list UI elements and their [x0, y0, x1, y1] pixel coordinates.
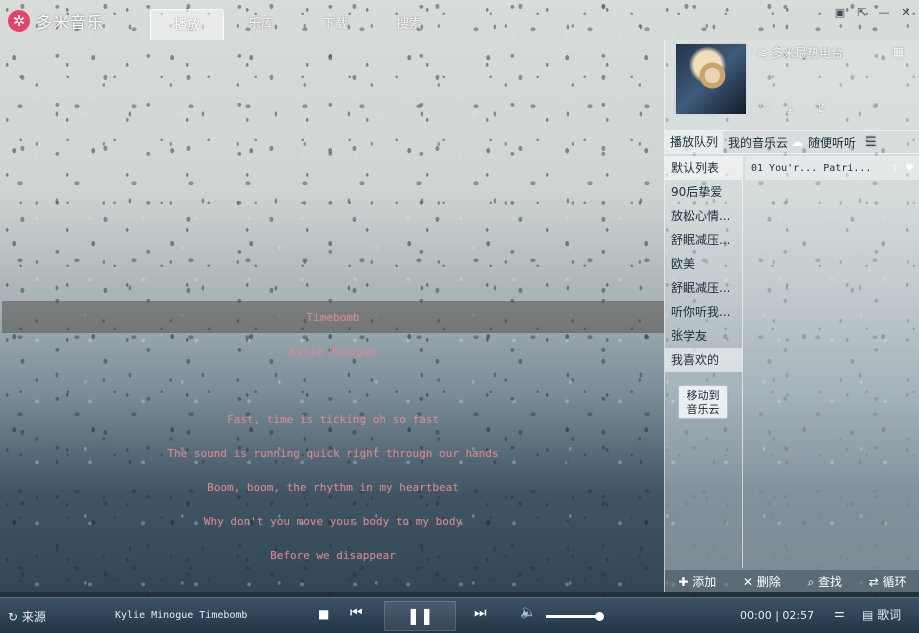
loop-label: 循环 — [882, 574, 907, 589]
playlist-item[interactable]: 听你听我... — [665, 300, 742, 324]
playlist-item[interactable]: 舒眠减压... — [665, 276, 742, 300]
lyrics-button[interactable]: ▤ 歌词 — [862, 606, 901, 623]
add-button[interactable]: ✚ 添加 — [678, 573, 716, 590]
volume-fill — [546, 615, 600, 618]
download-icon[interactable]: ⤓ — [787, 100, 793, 116]
playlist-item-favorites[interactable]: 我喜欢的 — [665, 348, 742, 372]
elapsed-time: 00:00 — [740, 609, 772, 622]
album-cover[interactable] — [674, 42, 748, 116]
delete-button[interactable]: ✕ 删除 — [743, 573, 781, 590]
lyric-line: Before we disappear — [270, 549, 396, 562]
radio-label: 多米最热电台 — [771, 46, 844, 60]
move-button-line2: 音乐云 — [686, 403, 720, 416]
tab-download[interactable]: 下载 — [298, 9, 372, 40]
tab-music-cloud[interactable]: 我的音乐云 — [723, 134, 793, 151]
tab-search[interactable]: 搜索 — [372, 9, 446, 40]
lyric-line: Kylie Minogue — [289, 345, 377, 358]
lyric-line: The sound is running quick right through… — [167, 447, 499, 460]
right-panel: ≋ 多米最热电台 ♡ ⤓ ⇪ ▦ 播放队列 我的音乐云 ☁ 随便听听 ☰ 默认列… — [664, 40, 919, 592]
tab-library[interactable]: 乐库 — [224, 9, 298, 40]
playlist-item[interactable]: 欧美 — [665, 252, 742, 276]
wifi-icon: ≋ — [757, 45, 768, 60]
close-icon[interactable]: ✕ — [899, 6, 913, 20]
app-logo[interactable]: ✲ 多米音乐 — [8, 9, 104, 33]
list-actions-bar: ✚ 添加 ✕ 删除 ⌕ 查找 ⇄ 循环 — [665, 570, 919, 592]
logo-icon: ✲ — [8, 10, 30, 32]
main-tabs: 播放 乐库 下载 搜索 — [150, 9, 446, 40]
share-icon[interactable]: ⇪ — [891, 163, 899, 174]
lyric-line: Boom, boom, the rhythm in my heartbeat — [207, 481, 459, 494]
equalizer-icon[interactable]: ⚌ — [834, 606, 845, 620]
source-button[interactable]: ↻ 来源 — [8, 608, 46, 625]
mini-mode-icon[interactable]: ▣ — [833, 6, 847, 20]
restore-icon[interactable]: ⇱ — [855, 6, 869, 20]
queue-tabs: 播放队列 我的音乐云 ☁ 随便听听 ☰ — [665, 130, 919, 154]
find-label: 查找 — [818, 574, 843, 589]
delete-label: 删除 — [756, 574, 781, 589]
lyric-line: Why don't you move your body to my body — [203, 515, 463, 528]
loop-button[interactable]: ⇄ 循环 — [869, 573, 907, 590]
window-controls: ▣ ⇱ — ✕ — [833, 6, 913, 20]
radio-link[interactable]: ≋ 多米最热电台 — [757, 44, 843, 61]
add-label: 添加 — [692, 574, 717, 589]
playlist-item[interactable]: 90后挚爱 — [665, 180, 742, 204]
heart-icon[interactable]: ♥ — [905, 163, 914, 174]
playlist-default[interactable]: 默认列表 — [665, 156, 742, 180]
lyrics-panel: Timebomb Kylie Minogue Fast, time is tic… — [2, 40, 664, 592]
lyric-line: Fast, time is ticking oh so fast — [227, 413, 439, 426]
heart-icon[interactable]: ♡ — [759, 100, 772, 116]
app-title: 多米音乐 — [36, 13, 105, 32]
stop-icon[interactable]: ■ — [318, 607, 329, 621]
volume-knob[interactable] — [595, 612, 605, 621]
move-to-cloud-button[interactable]: 移动到 音乐云 — [678, 385, 728, 419]
share-icon[interactable]: ⇪ — [815, 100, 827, 116]
lyrics-label: 歌词 — [877, 608, 902, 622]
playlist-list: 默认列表 90后挚爱 放松心情... 舒眠减压... 欧美 舒眠减压... 听你… — [665, 156, 743, 568]
time-display: 00:00 | 02:57 — [740, 609, 815, 622]
volume-slider[interactable] — [546, 612, 605, 621]
minimize-icon[interactable]: — — [877, 6, 891, 20]
source-label: 来源 — [21, 610, 46, 624]
song-row[interactable]: 01 You'r... Patri... ⇪ ♥ — [745, 156, 919, 180]
volume-icon[interactable]: 🔈 — [520, 605, 536, 620]
find-button[interactable]: ⌕ 查找 — [808, 573, 843, 590]
previous-icon[interactable]: ⏮ — [350, 605, 363, 621]
now-playing: Kylie Minogue Timebomb — [115, 610, 248, 621]
song-title: 01 You'r... Patri... — [751, 162, 872, 174]
pause-button[interactable]: ❚❚ — [384, 601, 456, 631]
tab-random-listen[interactable]: 随便听听 — [803, 134, 861, 151]
title-bar: ✲ 多米音乐 播放 乐库 下载 搜索 ▣ ⇱ — ✕ — [0, 0, 919, 40]
next-icon[interactable]: ⏭ — [474, 605, 487, 621]
total-time: 02:57 — [782, 609, 815, 622]
playlist-item[interactable]: 放松心情... — [665, 204, 742, 228]
skin-icon[interactable]: ▦ — [893, 45, 904, 59]
playlist-item[interactable]: 张学友 — [665, 324, 742, 348]
player-bar: ↻ 来源 Kylie Minogue Timebomb ■ ⏮ ❚❚ ⏭ 🔈 0… — [0, 597, 919, 633]
list-menu-icon[interactable]: ☰ — [865, 135, 877, 150]
tab-play[interactable]: 播放 — [150, 9, 224, 40]
playlist-item[interactable]: 舒眠减压... — [665, 228, 742, 252]
lyric-line: Timebomb — [306, 311, 360, 324]
move-button-line1: 移动到 — [686, 389, 720, 402]
cloud-icon: ☁ — [791, 135, 804, 149]
tab-play-queue[interactable]: 播放队列 — [665, 131, 724, 153]
